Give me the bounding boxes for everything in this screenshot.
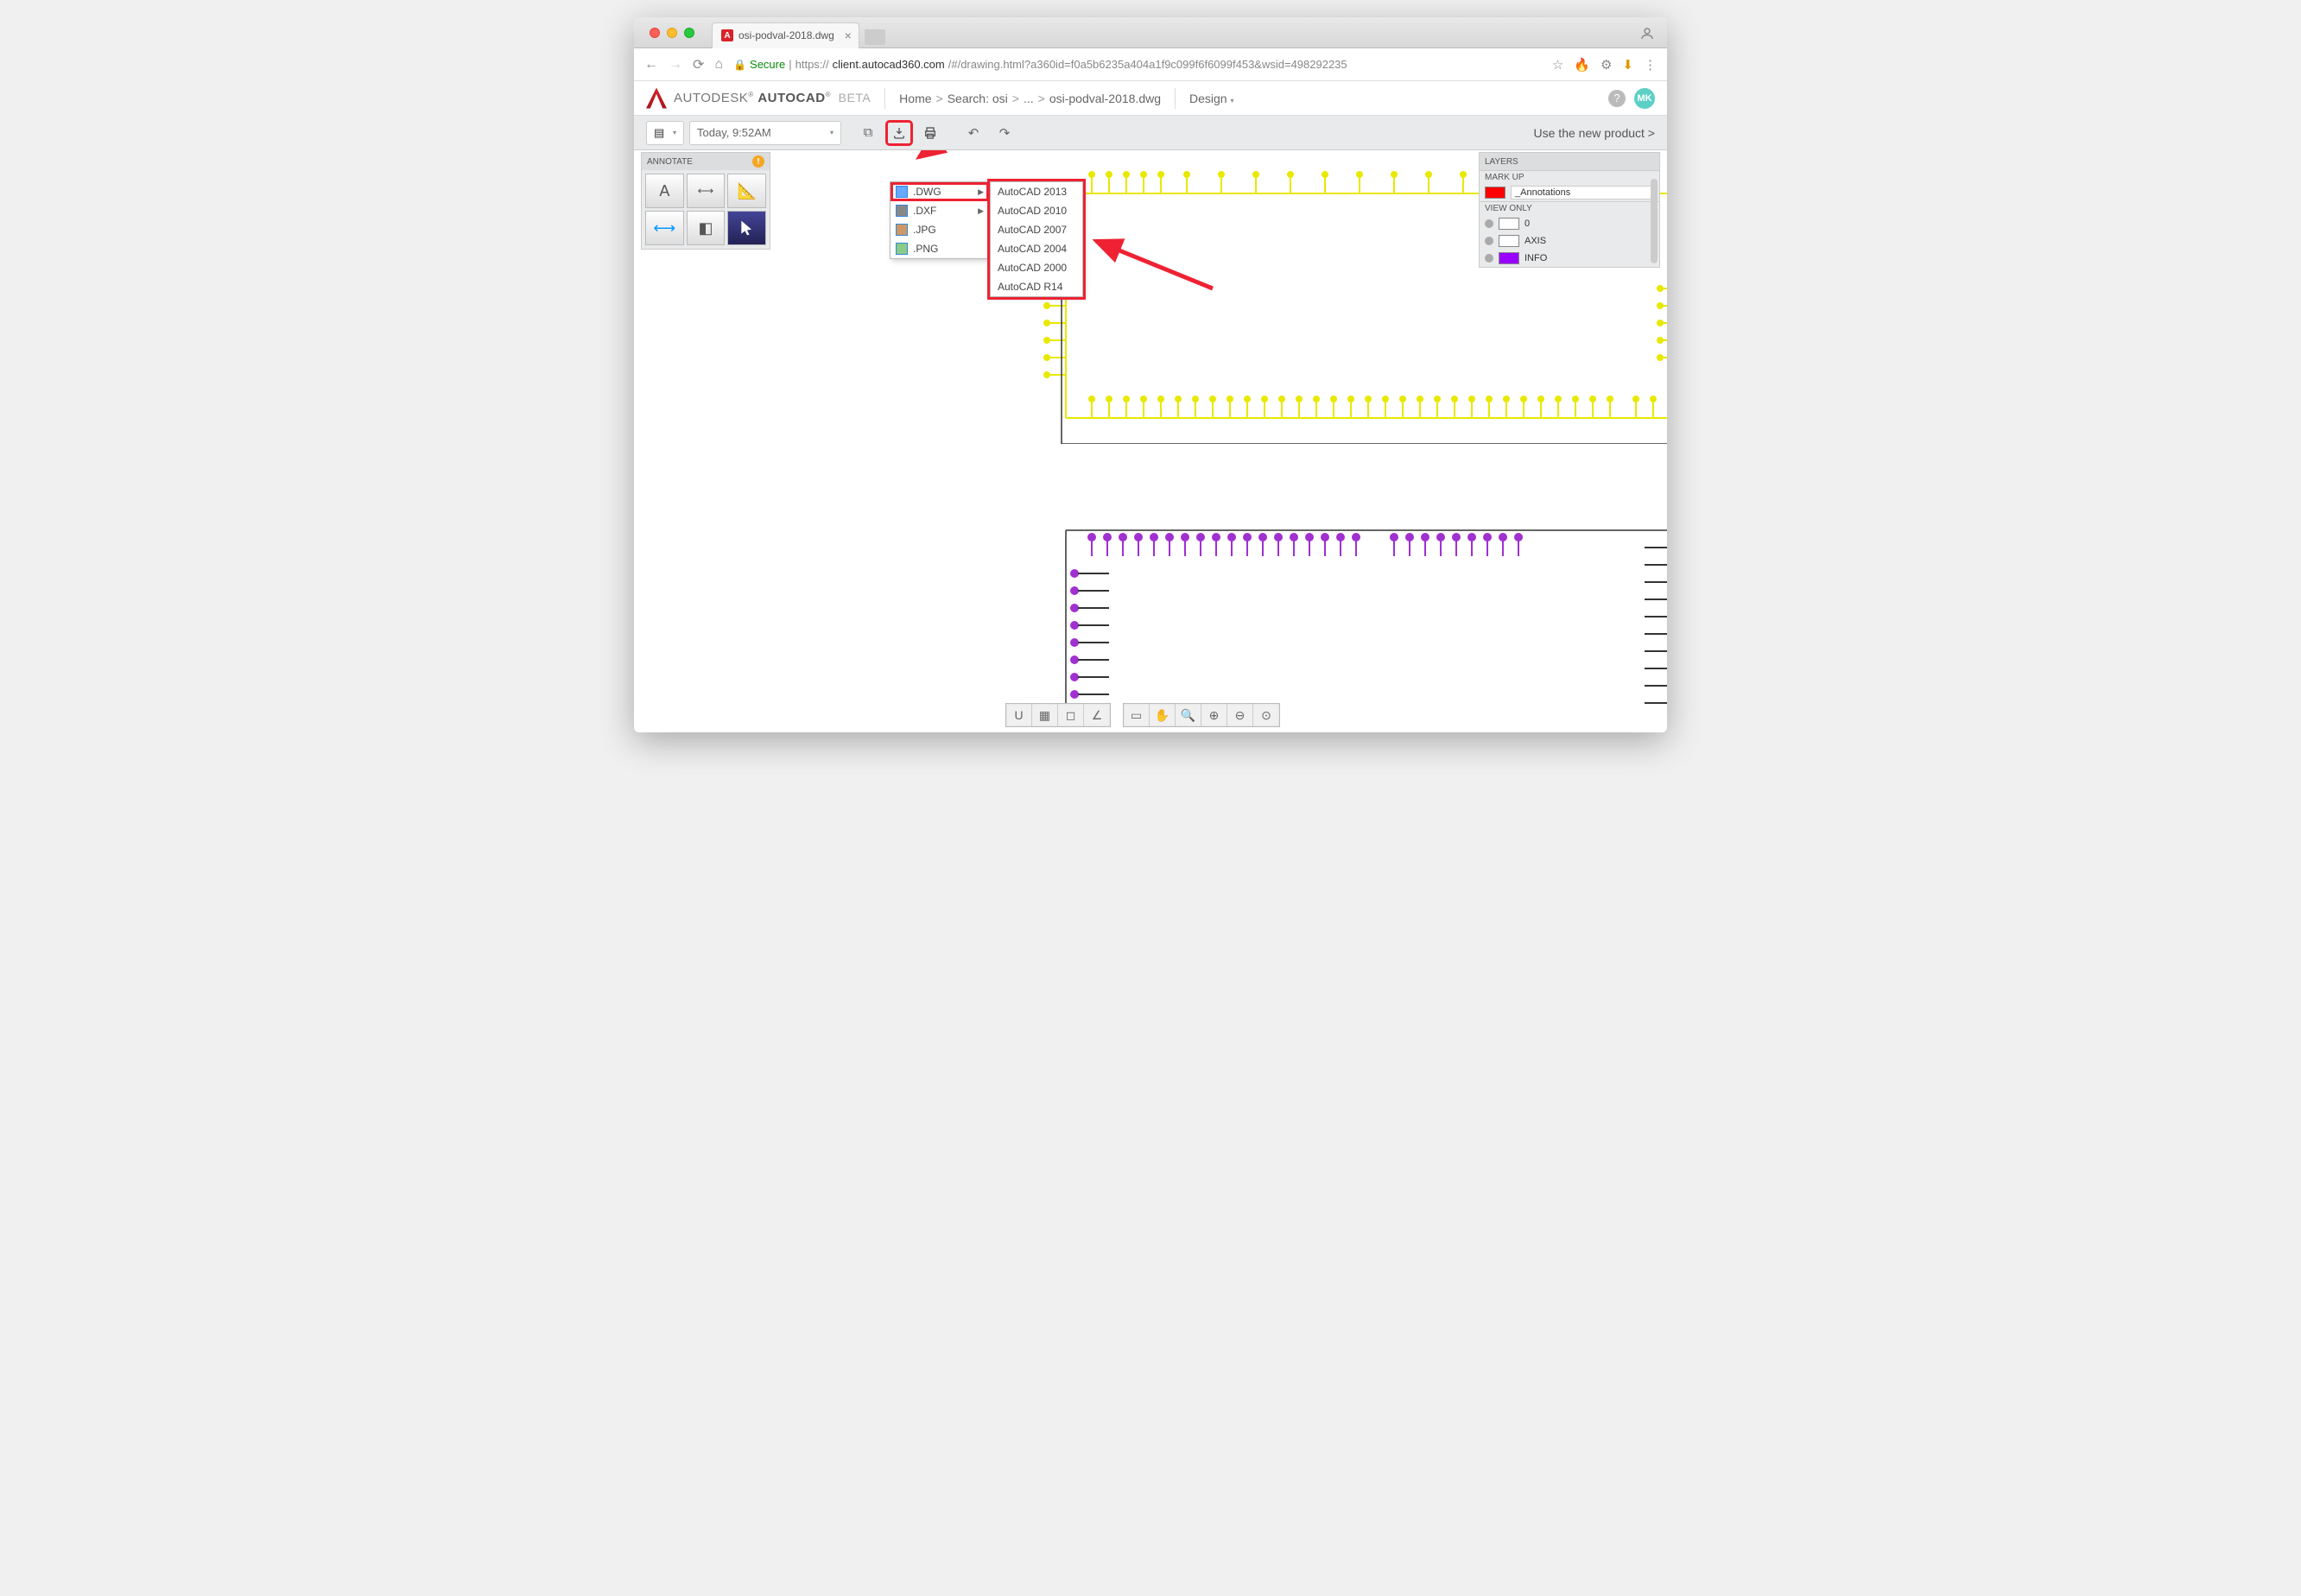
favicon-icon: A (721, 29, 733, 41)
browser-tab[interactable]: A osi-podval-2018.dwg × (712, 22, 859, 48)
export-png[interactable]: .PNG (891, 239, 989, 258)
breadcrumb[interactable]: Home>Search: osi>...>osi-podval-2018.dwg (899, 92, 1161, 105)
back-icon[interactable]: ← (644, 57, 658, 73)
jpg-icon (896, 224, 908, 236)
mode-dropdown[interactable]: Design ▾ (1189, 92, 1234, 105)
png-icon (896, 243, 908, 255)
pan-button[interactable]: ✋ (1150, 704, 1176, 726)
profile-icon[interactable] (1639, 26, 1655, 44)
ext-icon-1[interactable]: 🔥 (1574, 57, 1590, 73)
tab-title: osi-podval-2018.dwg (738, 29, 834, 41)
dwg-2007[interactable]: AutoCAD 2007 (991, 220, 1082, 239)
layer-axis[interactable]: AXIS (1524, 236, 1546, 246)
visibility-toggle[interactable] (1485, 219, 1493, 228)
snap-toolbar: U ▦ ◻ ∠ (1005, 703, 1111, 727)
drawing-lower (1014, 513, 1667, 729)
annotate-panel: ANNOTATE ! A ⟷ 📐 ⟷ ◧ (641, 152, 770, 250)
warning-icon[interactable]: ! (752, 155, 764, 168)
visibility-toggle[interactable] (1485, 254, 1493, 263)
avatar[interactable]: MK (1634, 88, 1655, 109)
reload-icon[interactable]: ⟳ (693, 56, 704, 73)
export-menu: .DWG ▶ .DXF ▶ .JPG .PNG (890, 181, 990, 259)
markup-header: MARK UP (1480, 170, 1659, 184)
dwg-2010[interactable]: AutoCAD 2010 (991, 201, 1082, 220)
zoom-toolbar: ▭ ✋ 🔍 ⊕ ⊖ ⊙ (1123, 703, 1280, 727)
copy-button[interactable]: ⧉ (855, 121, 881, 145)
layers-title: LAYERS (1485, 157, 1518, 167)
zoom-in-button[interactable]: ⊕ (1201, 704, 1227, 726)
visibility-toggle[interactable] (1485, 237, 1493, 245)
dwg-r14[interactable]: AutoCAD R14 (991, 277, 1082, 296)
version-dropdown[interactable]: Today, 9:52AM▾ (689, 121, 841, 145)
ucs-button[interactable]: U (1006, 704, 1032, 726)
view-dropdown[interactable]: ▤▾ (646, 121, 684, 145)
zoom-out-button[interactable]: ⊖ (1227, 704, 1253, 726)
zoom-fit-button[interactable]: ⊙ (1253, 704, 1279, 726)
layers-panel: LAYERS MARK UP _Annotations VIEW ONLY 0 … (1479, 152, 1660, 268)
brand-text: AUTODESK® AUTOCAD® BETA (674, 91, 871, 105)
layer-annotations[interactable]: _Annotations (1511, 186, 1654, 200)
tool-eraser[interactable]: ◧ (687, 211, 726, 245)
ortho-button[interactable]: ◻ (1058, 704, 1084, 726)
tool-measure[interactable]: ⟷ (645, 211, 684, 245)
layer-swatch[interactable] (1485, 187, 1505, 199)
new-product-link[interactable]: Use the new product > (1534, 126, 1655, 140)
window-minimize[interactable] (667, 28, 677, 38)
download-icon[interactable]: ⬇ (1622, 57, 1633, 73)
star-icon[interactable]: ☆ (1552, 57, 1563, 73)
dwg-2004[interactable]: AutoCAD 2004 (991, 239, 1082, 258)
chevron-right-icon: ▶ (978, 187, 984, 197)
layer-0[interactable]: 0 (1524, 218, 1530, 229)
new-tab-button[interactable] (865, 29, 885, 45)
redo-button[interactable]: ↷ (992, 121, 1017, 145)
stack-icon: ▤ (654, 126, 664, 140)
scrollbar[interactable] (1651, 179, 1658, 263)
layer-swatch (1499, 235, 1519, 247)
layer-info[interactable]: INFO (1524, 253, 1547, 263)
download-button[interactable] (886, 121, 912, 145)
menu-icon[interactable]: ⋮ (1644, 57, 1657, 73)
window-maximize[interactable] (684, 28, 694, 38)
forward-icon[interactable]: → (669, 57, 682, 73)
export-jpg[interactable]: .JPG (891, 220, 989, 239)
home-icon[interactable]: ⌂ (714, 57, 723, 73)
extents-button[interactable]: ▭ (1124, 704, 1150, 726)
dxf-icon (896, 205, 908, 217)
autodesk-logo-icon (646, 88, 667, 109)
dwg-2013[interactable]: AutoCAD 2013 (991, 182, 1082, 201)
export-dwg[interactable]: .DWG ▶ (891, 182, 989, 201)
window-close[interactable] (650, 28, 660, 38)
secure-label: Secure (750, 58, 785, 71)
ext-icon-2[interactable]: ⚙ (1601, 57, 1612, 73)
layer-swatch (1499, 252, 1519, 264)
dwg-version-menu: AutoCAD 2013 AutoCAD 2010 AutoCAD 2007 A… (990, 181, 1083, 297)
tool-text[interactable]: A (645, 174, 684, 208)
close-tab-icon[interactable]: × (845, 28, 852, 42)
undo-button[interactable]: ↶ (960, 121, 986, 145)
layer-swatch (1499, 218, 1519, 230)
snap-button[interactable]: ∠ (1084, 704, 1110, 726)
tool-ruler[interactable]: 📐 (727, 174, 766, 208)
grid-button[interactable]: ▦ (1032, 704, 1058, 726)
tool-dimension[interactable]: ⟷ (687, 174, 726, 208)
lock-icon: 🔒 (733, 59, 746, 71)
export-dxf[interactable]: .DXF ▶ (891, 201, 989, 220)
help-icon[interactable]: ? (1608, 90, 1626, 107)
dwg-2000[interactable]: AutoCAD 2000 (991, 258, 1082, 277)
annotation-arrow-1 (893, 150, 979, 168)
annotate-title: ANNOTATE (647, 157, 693, 167)
zoom-window-button[interactable]: 🔍 (1176, 704, 1201, 726)
tool-pointer[interactable] (727, 211, 766, 245)
print-button[interactable] (917, 121, 943, 145)
dwg-icon (896, 186, 908, 198)
viewonly-header: VIEW ONLY (1480, 201, 1659, 215)
chevron-right-icon: ▶ (978, 206, 984, 216)
address-bar[interactable]: 🔒 Secure | https://client.autocad360.com… (733, 58, 1542, 71)
